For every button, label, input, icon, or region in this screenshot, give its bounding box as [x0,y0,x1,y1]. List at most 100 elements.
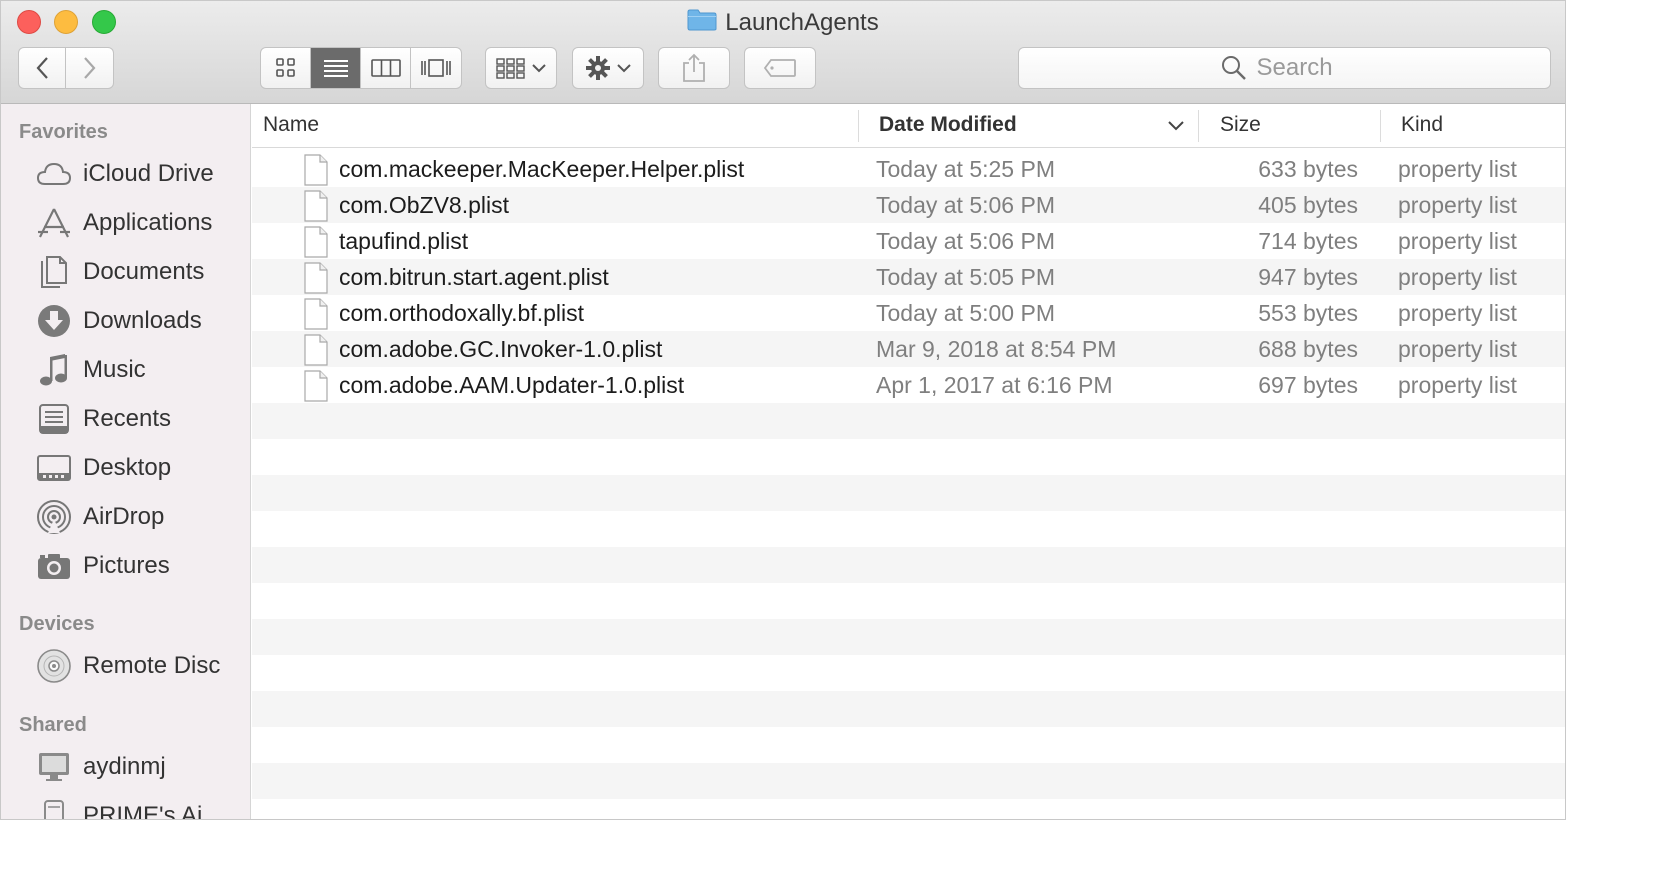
file-row[interactable]: com.bitrun.start.agent.plist Today at 5:0… [252,259,1565,295]
document-icon [304,226,328,263]
sidebar-item-documents[interactable]: Documents [1,250,251,294]
empty-row [252,727,1565,763]
file-date-modified: Today at 5:06 PM [876,228,1055,254]
document-icon [304,298,328,335]
file-row[interactable]: com.orthodoxally.bf.plist Today at 5:00 P… [252,295,1565,331]
desktop-icon [34,450,74,486]
forward-button[interactable] [66,48,113,88]
column-view-button[interactable] [361,48,411,88]
file-size: 697 bytes [1258,372,1358,398]
column-divider[interactable] [858,110,859,142]
chevron-left-icon [36,57,48,79]
finder-window: LaunchAgents Search Favorites iCloud Dri… [0,0,1566,820]
file-list: Name Date Modified Size Kind com.mackeep… [252,104,1565,819]
music-icon [34,352,74,388]
airdrop-icon [34,499,74,535]
sidebar-item-label: Music [83,356,146,383]
sidebar: Favorites iCloud Drive Applications Docu… [1,104,251,820]
sidebar-item-label: PRIME's Ai [83,802,203,820]
sidebar-item-label: Downloads [83,307,202,334]
empty-row [252,655,1565,691]
file-row[interactable]: com.ObZV8.plist Today at 5:06 PM 405 bytes… [252,187,1565,223]
column-divider[interactable] [1198,110,1199,142]
tag-icon [763,59,796,77]
action-button[interactable] [572,47,644,89]
share-button[interactable] [658,47,730,89]
applications-icon [34,205,74,241]
sidebar-item-label: Remote Disc [83,652,221,679]
sidebar-item-label: Applications [83,209,213,236]
sidebar-item-primes-ai[interactable]: PRIME's Ai [1,794,251,820]
file-date-modified: Mar 9, 2018 at 8:54 PM [876,336,1117,362]
file-kind: property list [1398,192,1517,218]
titlebar: LaunchAgents [1,1,1565,104]
sidebar-item-desktop[interactable]: Desktop [1,446,251,490]
window-title: LaunchAgents [1,7,1565,40]
list-view-button[interactable] [311,48,361,88]
file-name: tapufind.plist [339,228,469,254]
file-row[interactable]: com.adobe.AAM.Updater-1.0.plist Apr 1, 20… [252,367,1565,403]
file-kind: property list [1398,300,1517,326]
sidebar-item-label: Documents [83,258,205,285]
disc-icon [34,648,74,684]
file-row[interactable]: tapufind.plist Today at 5:06 PM 714 bytes p… [252,223,1565,259]
gear-icon [586,56,610,80]
file-row[interactable]: com.adobe.GC.Invoker-1.0.plist Mar 9, 201… [252,331,1565,367]
mac-tower-icon [34,798,74,819]
document-icon [304,154,328,191]
column-header-name[interactable]: Name [263,104,858,148]
sidebar-item-airdrop[interactable]: AirDrop [1,495,251,539]
sidebar-item-label: iCloud Drive [83,160,214,187]
file-date-modified: Today at 5:05 PM [876,264,1055,290]
search-field[interactable] [1018,47,1551,89]
tag-button[interactable] [744,47,816,89]
grid-icon [275,58,295,77]
sidebar-item-remote-disc[interactable]: Remote Disc [1,644,251,688]
empty-row [252,619,1565,655]
file-kind: property list [1398,372,1517,398]
column-header-size[interactable]: Size [1220,104,1370,148]
list-icon [323,60,348,77]
chevron-down-icon [532,64,546,73]
file-name: com.bitrun.start.agent.plist [339,264,609,290]
file-kind: property list [1398,336,1517,362]
cloud-icon [34,156,74,192]
columns-icon [370,59,401,77]
sidebar-item-music[interactable]: Music [1,348,251,392]
chevron-down-icon [617,64,631,73]
sidebar-item-downloads[interactable]: Downloads [1,299,251,343]
cover-flow-button[interactable] [411,48,461,88]
column-header-kind[interactable]: Kind [1401,104,1551,148]
column-header: Name Date Modified Size Kind [252,104,1565,148]
cover-flow-icon [421,59,451,77]
sidebar-item-applications[interactable]: Applications [1,201,251,245]
column-header-date-modified[interactable]: Date Modified [879,104,1179,148]
sidebar-item-label: Recents [83,405,172,432]
downloads-icon [34,303,74,339]
arrange-button[interactable] [485,47,557,89]
file-name: com.mackeeper.MacKeeper.Helper.plist [339,156,745,182]
back-button[interactable] [19,48,66,88]
empty-row [252,763,1565,799]
file-name: com.ObZV8.plist [339,192,509,218]
sidebar-item-recents[interactable]: Recents [1,397,251,441]
empty-row [252,691,1565,727]
sidebar-item-pictures[interactable]: Pictures [1,544,251,588]
column-divider[interactable] [1380,110,1381,142]
folder-icon [687,8,717,40]
empty-row [252,403,1565,439]
document-icon [304,262,328,299]
recents-icon [34,401,74,437]
file-size: 405 bytes [1258,192,1358,218]
file-date-modified: Today at 5:25 PM [876,156,1055,182]
search-input[interactable] [1254,53,1349,83]
file-size: 947 bytes [1258,264,1358,290]
sidebar-item-label: aydinmj [83,753,166,780]
arrange-grid-icon [496,58,525,79]
icon-view-button[interactable] [261,48,311,88]
shared-heading: Shared [19,714,87,736]
sidebar-item-icloud-drive[interactable]: iCloud Drive [1,152,251,196]
file-size: 633 bytes [1258,156,1358,182]
file-row[interactable]: com.mackeeper.MacKeeper.Helper.plist Toda… [252,151,1565,187]
sidebar-item-aydinmj[interactable]: aydinmj [1,745,251,789]
